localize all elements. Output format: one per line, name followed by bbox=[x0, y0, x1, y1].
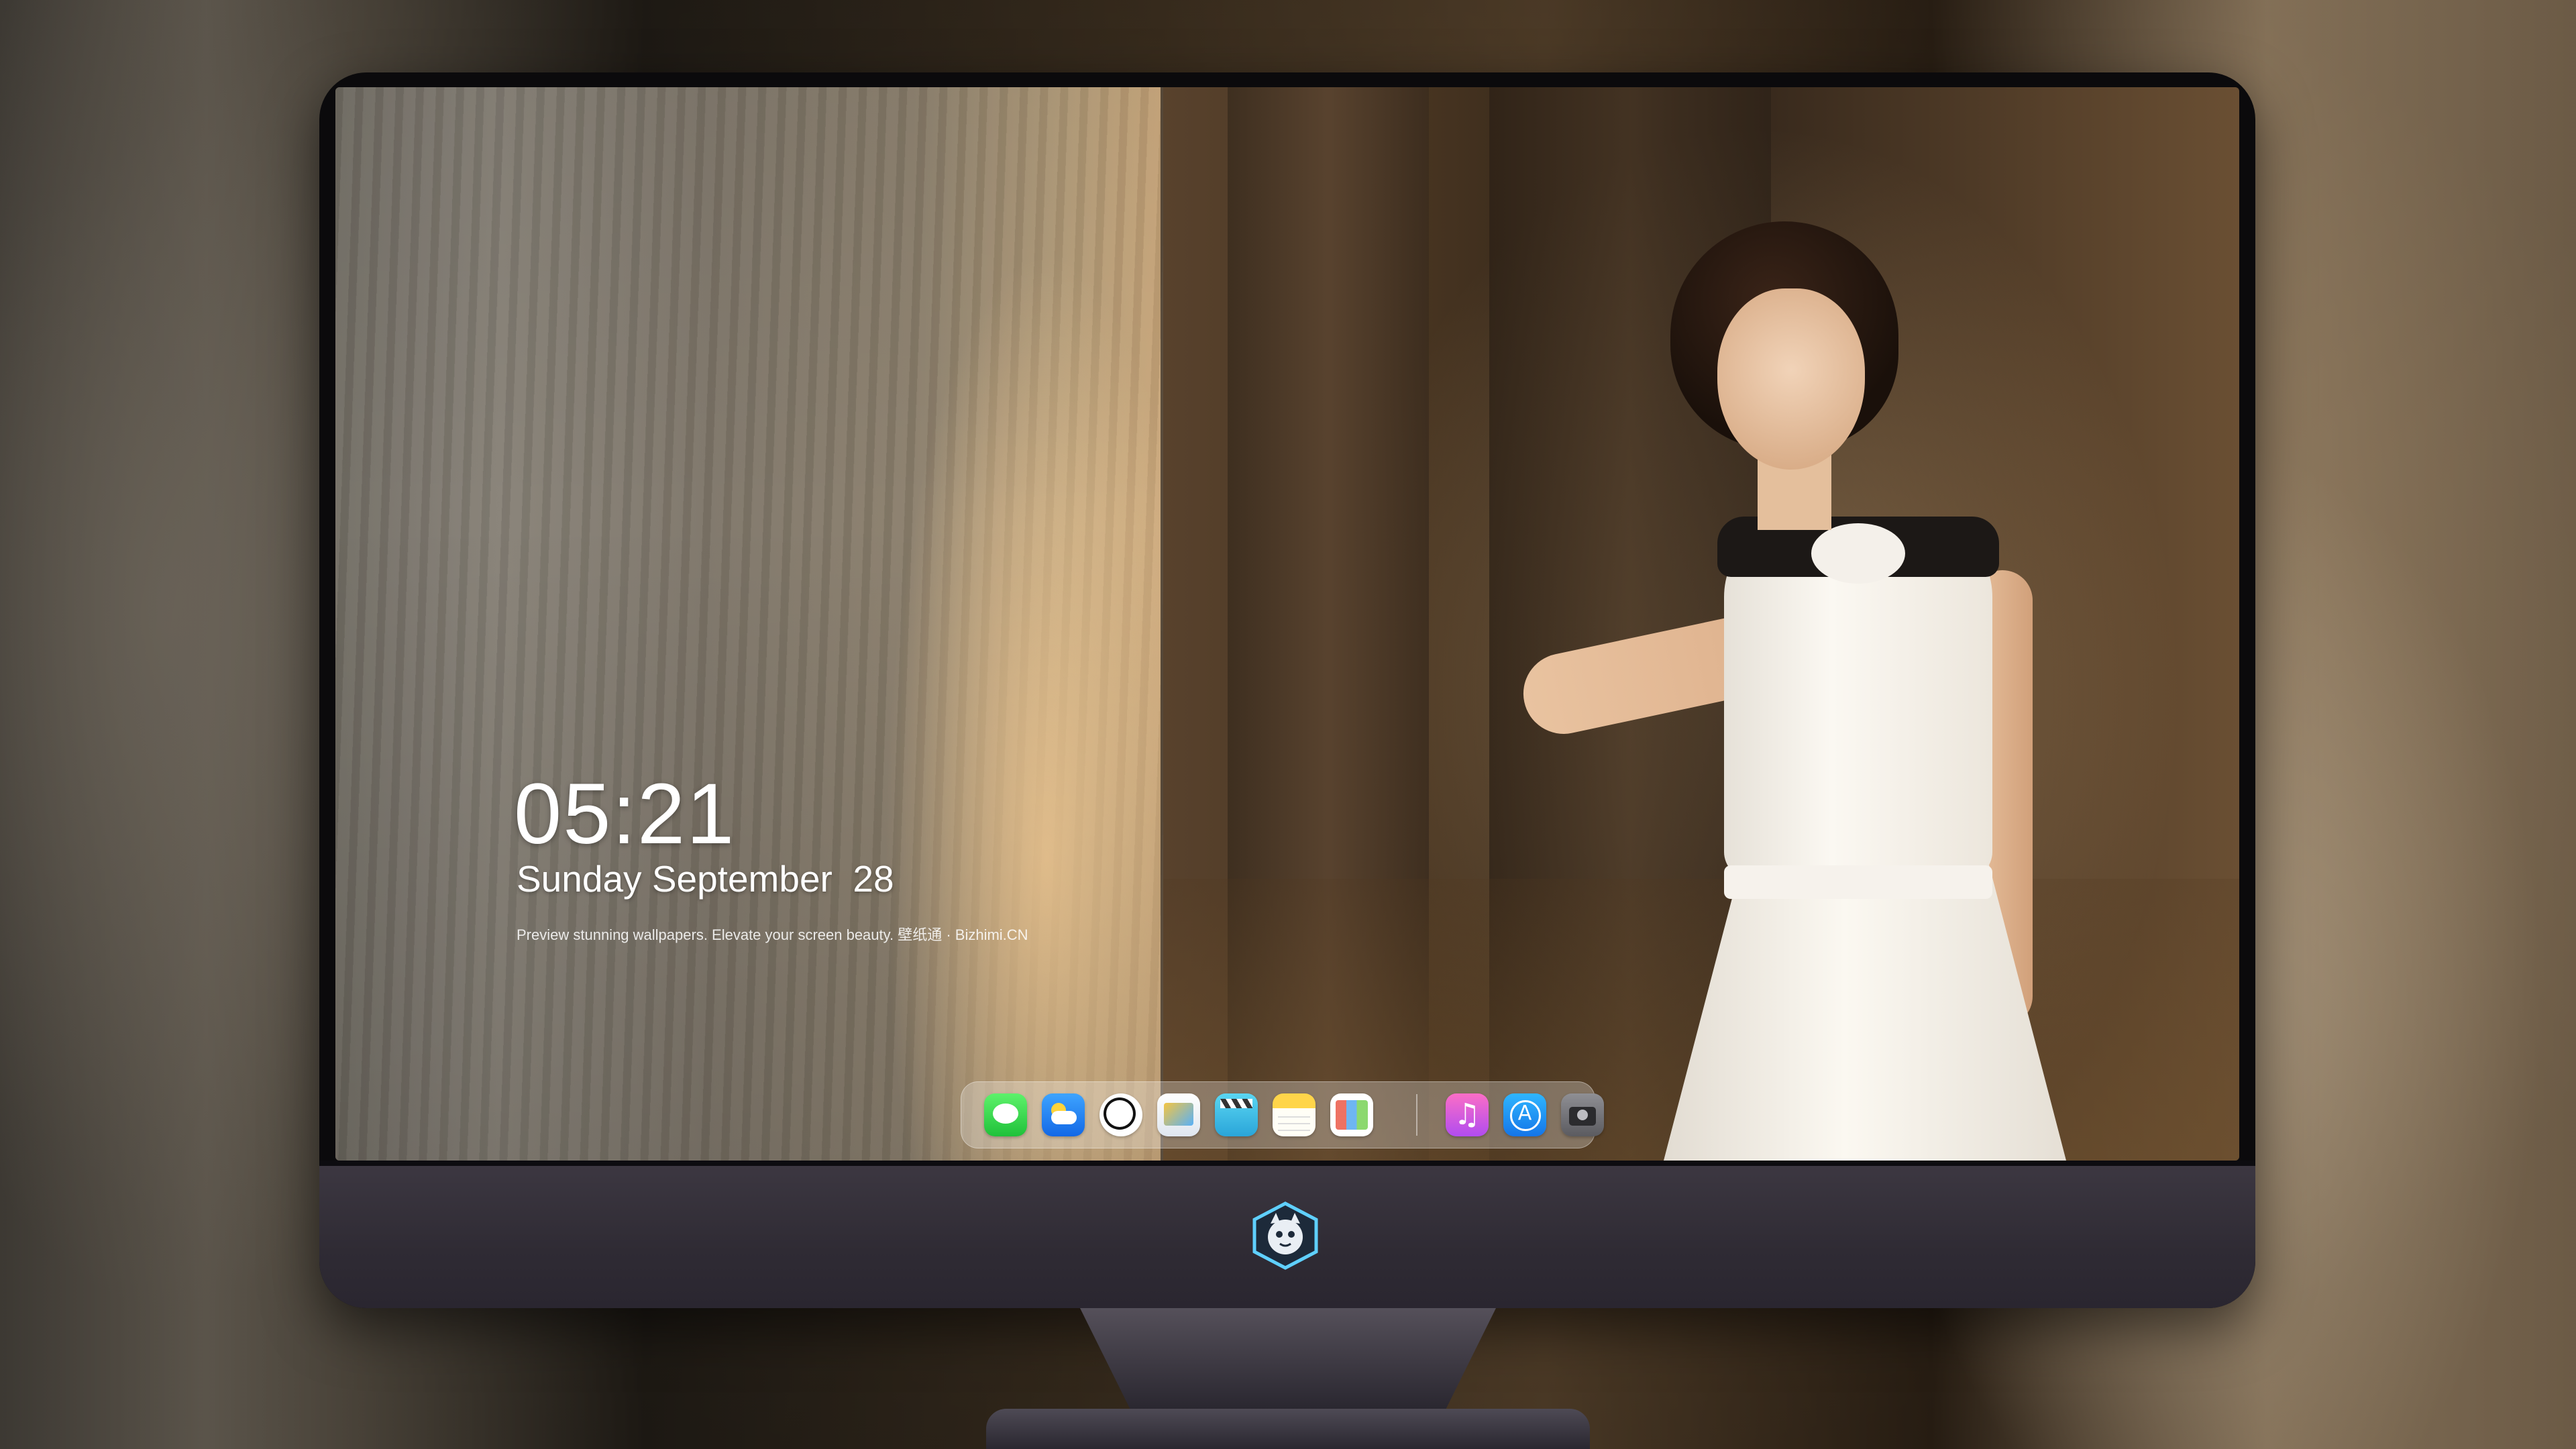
lock-date: Sunday September 28 bbox=[517, 858, 894, 900]
figure-face bbox=[1717, 288, 1865, 470]
calendar-icon[interactable] bbox=[1330, 1093, 1373, 1136]
figure-bow bbox=[1811, 523, 1905, 584]
notes-icon[interactable] bbox=[1273, 1093, 1316, 1136]
mascot-logo-icon bbox=[1252, 1201, 1318, 1270]
app-store-icon[interactable] bbox=[1503, 1093, 1546, 1136]
clapper-icon[interactable] bbox=[1215, 1093, 1258, 1136]
lock-screen: 05:21 Sunday September 28 Preview stunni… bbox=[335, 87, 2239, 1161]
camera-icon[interactable] bbox=[1561, 1093, 1604, 1136]
clock-icon[interactable] bbox=[1099, 1093, 1142, 1136]
lock-clock: 05:21 bbox=[514, 766, 736, 862]
messages-icon[interactable] bbox=[984, 1093, 1027, 1136]
monitor-stand-base bbox=[986, 1409, 1590, 1449]
wallpaper-pillar bbox=[335, 87, 1163, 1161]
music-icon[interactable] bbox=[1446, 1093, 1489, 1136]
wallpaper-figure bbox=[1462, 208, 2160, 1161]
weather-icon[interactable] bbox=[1042, 1093, 1085, 1136]
figure-belt bbox=[1724, 865, 1992, 899]
preview-icon[interactable] bbox=[1157, 1093, 1200, 1136]
monitor-stand bbox=[1080, 1308, 1496, 1409]
dock-separator bbox=[1416, 1094, 1417, 1136]
wallpaper-caption: Preview stunning wallpapers. Elevate you… bbox=[517, 926, 1028, 943]
dock bbox=[961, 1081, 1604, 1148]
monitor: 05:21 Sunday September 28 Preview stunni… bbox=[319, 72, 2255, 1308]
